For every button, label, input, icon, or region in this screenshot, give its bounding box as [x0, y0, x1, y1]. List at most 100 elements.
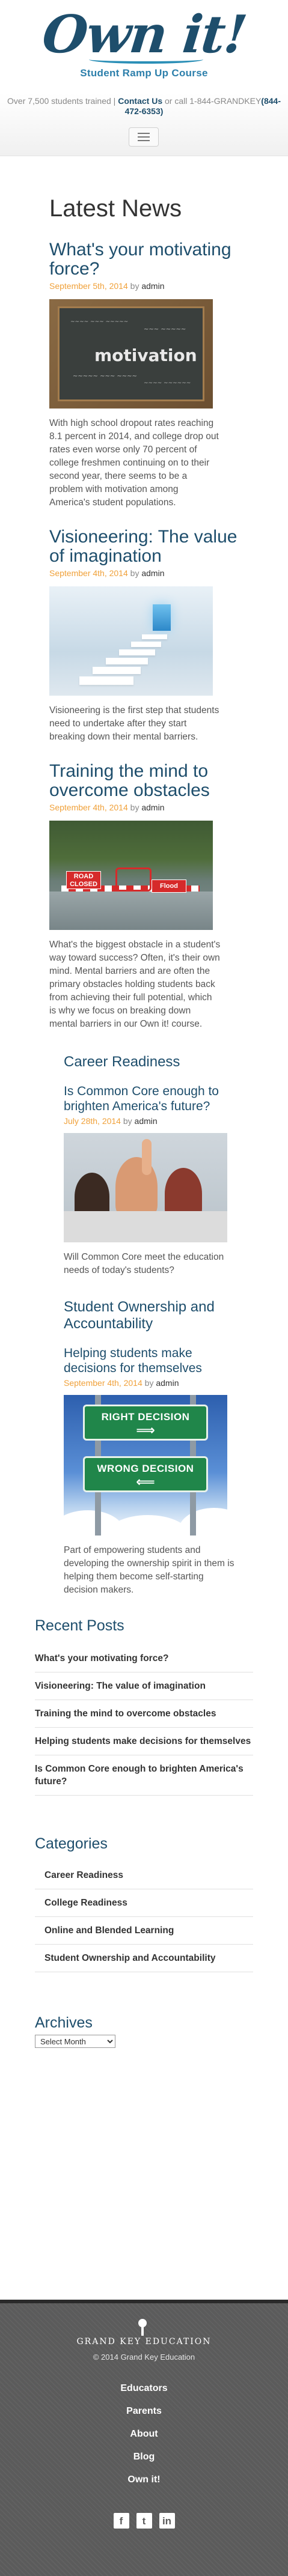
chalk-scribble: ~~~ ~~~~~ [144, 326, 186, 333]
classroom-image[interactable] [64, 1133, 227, 1242]
chalk-scribble: ~~~~ ~~~ ~~~~~ [70, 319, 129, 325]
post-by: by [144, 1378, 154, 1388]
post: Training the mind to overcome obstacles … [49, 762, 239, 1031]
footer-nav-about[interactable]: About [0, 2423, 288, 2446]
stair-step [79, 676, 133, 685]
social-links: f t in [0, 2513, 288, 2529]
flood-sign: Flood [152, 879, 186, 893]
menu-toggle-button[interactable] [129, 127, 159, 147]
post-date: September 4th, 2014 [49, 803, 128, 812]
post-by: by [130, 568, 139, 578]
post-excerpt: Visioneering is the first step that stud… [49, 705, 219, 742]
category-section: Career Readiness Is Common Core enough t… [49, 1054, 239, 1277]
category-link[interactable]: Student Ownership and Accountability [35, 1945, 253, 1972]
post-date: September 4th, 2014 [64, 1378, 142, 1388]
post-title-link[interactable]: Is Common Core enough to brighten Americ… [64, 1084, 239, 1114]
stair-step [119, 649, 155, 655]
category-heading[interactable]: Career Readiness [64, 1054, 239, 1071]
raised-hand [142, 1139, 152, 1175]
recent-posts-title: Recent Posts [35, 1617, 124, 1634]
post: What's your motivating force? September … [49, 240, 239, 509]
chalkboard-image[interactable]: motivation ~~~~ ~~~ ~~~~~ ~~~ ~~~~~ ~~~~… [49, 299, 213, 409]
linkedin-icon[interactable]: in [159, 2513, 175, 2529]
chalk-scribble: ~~~~ ~~~~~~ [144, 380, 191, 386]
categories-list: Career Readiness College Readiness Onlin… [35, 1862, 253, 1972]
category-link[interactable]: Career Readiness [35, 1862, 253, 1889]
footer-nav-parents[interactable]: Parents [0, 2400, 288, 2423]
right-decision-sign: RIGHT DECISION ⟹ [83, 1405, 208, 1441]
arrow-left-icon: ⟸ [136, 1474, 155, 1489]
hamburger-menu-icon [138, 140, 150, 141]
post-excerpt: Part of empowering students and developi… [64, 1545, 234, 1595]
post-by: by [130, 281, 139, 291]
post-meta: September 4th, 2014 by admin [64, 1378, 239, 1388]
stairs-image[interactable] [49, 586, 213, 696]
post-date: September 5th, 2014 [49, 281, 128, 291]
stair-step [131, 642, 161, 647]
flood-water [49, 892, 213, 930]
post-title-link[interactable]: Visioneering: The value of imagination [49, 527, 239, 566]
post-author-link[interactable]: admin [141, 281, 164, 291]
post-author-link[interactable]: admin [141, 568, 164, 578]
post-meta: September 5th, 2014 by admin [49, 281, 239, 291]
categories-title: Categories [35, 1835, 108, 1852]
classroom-desk [64, 1211, 227, 1242]
contact-us-link[interactable]: Contact Us [118, 96, 162, 106]
hamburger-menu-icon [138, 133, 150, 134]
sign-label: WRONG DECISION [97, 1463, 194, 1474]
wrong-decision-sign: WRONG DECISION ⟸ [83, 1456, 208, 1492]
category-link[interactable]: College Readiness [35, 1889, 253, 1917]
category-heading[interactable]: Student Ownership and Accountability [64, 1299, 239, 1332]
post-author-link[interactable]: admin [141, 803, 164, 812]
post-date: September 4th, 2014 [49, 568, 128, 578]
site-footer: GRAND KEY EDUCATION © 2014 Grand Key Edu… [0, 2300, 288, 2576]
post-by: by [123, 1116, 132, 1126]
footer-nav: Educators Parents About Blog Own it! [0, 2377, 288, 2491]
stair-step [142, 634, 167, 639]
logo-swoosh [89, 55, 203, 64]
footer-logo[interactable]: GRAND KEY EDUCATION [0, 2319, 288, 2349]
twitter-icon[interactable]: t [136, 2513, 152, 2529]
cloud [178, 1508, 227, 1536]
recent-posts-list: What's your motivating force? Visioneeri… [35, 1645, 253, 1796]
hamburger-menu-icon [138, 136, 150, 138]
recent-post-link[interactable]: What's your motivating force? [35, 1645, 253, 1672]
key-icon [135, 2319, 150, 2336]
footer-nav-blog[interactable]: Blog [0, 2446, 288, 2468]
post-author-link[interactable]: admin [135, 1116, 158, 1126]
category-link[interactable]: Online and Blended Learning [35, 1917, 253, 1945]
footer-nav-own-it[interactable]: Own it! [0, 2468, 288, 2491]
post: Visioneering: The value of imagination S… [49, 527, 239, 744]
glowing-door [153, 604, 171, 631]
recent-post-link[interactable]: Helping students make decisions for them… [35, 1728, 253, 1755]
sign-label: RIGHT DECISION [101, 1411, 190, 1423]
arrow-right-icon: ⟹ [136, 1423, 155, 1438]
copyright: © 2014 Grand Key Education [93, 2353, 195, 2362]
road-closed-sign: ROAD CLOSED [66, 871, 101, 889]
post-meta: September 4th, 2014 by admin [49, 803, 239, 812]
archives-select[interactable]: Select Month [35, 2035, 115, 2048]
footer-logo-name: GRAND KEY EDUCATION [76, 2337, 212, 2347]
post-author-link[interactable]: admin [156, 1378, 179, 1388]
decision-signs-image[interactable]: RIGHT DECISION ⟹ WRONG DECISION ⟸ [64, 1395, 227, 1536]
archives-title: Archives [35, 2014, 93, 2031]
flood-image[interactable]: ROAD CLOSED Flood [49, 821, 213, 930]
page-title: Latest News [49, 195, 182, 222]
post-title-link[interactable]: Training the mind to overcome obstacles [49, 762, 239, 800]
red-barrier [115, 867, 152, 892]
stair-step [106, 658, 148, 664]
recent-post-link[interactable]: Is Common Core enough to brighten Americ… [35, 1755, 253, 1796]
facebook-icon[interactable]: f [113, 2513, 129, 2529]
category-section: Student Ownership and Accountability Hel… [49, 1299, 239, 1597]
chalkboard-word: motivation [94, 345, 197, 365]
logo-tagline: Student Ramp Up Course [80, 67, 208, 79]
post-excerpt: What's the biggest obstacle in a student… [49, 940, 221, 1029]
footer-nav-educators[interactable]: Educators [0, 2377, 288, 2400]
post-title-link[interactable]: Helping students make decisions for them… [64, 1346, 239, 1376]
post-title-link[interactable]: What's your motivating force? [49, 240, 239, 279]
chalkboard: motivation ~~~~ ~~~ ~~~~~ ~~~ ~~~~~ ~~~~… [58, 306, 204, 401]
recent-post-link[interactable]: Training the mind to overcome obstacles [35, 1700, 253, 1728]
recent-post-link[interactable]: Visioneering: The value of imagination [35, 1672, 253, 1700]
post-date: July 28th, 2014 [64, 1116, 121, 1126]
header-info: Over 7,500 students trained | Contact Us… [6, 96, 282, 117]
